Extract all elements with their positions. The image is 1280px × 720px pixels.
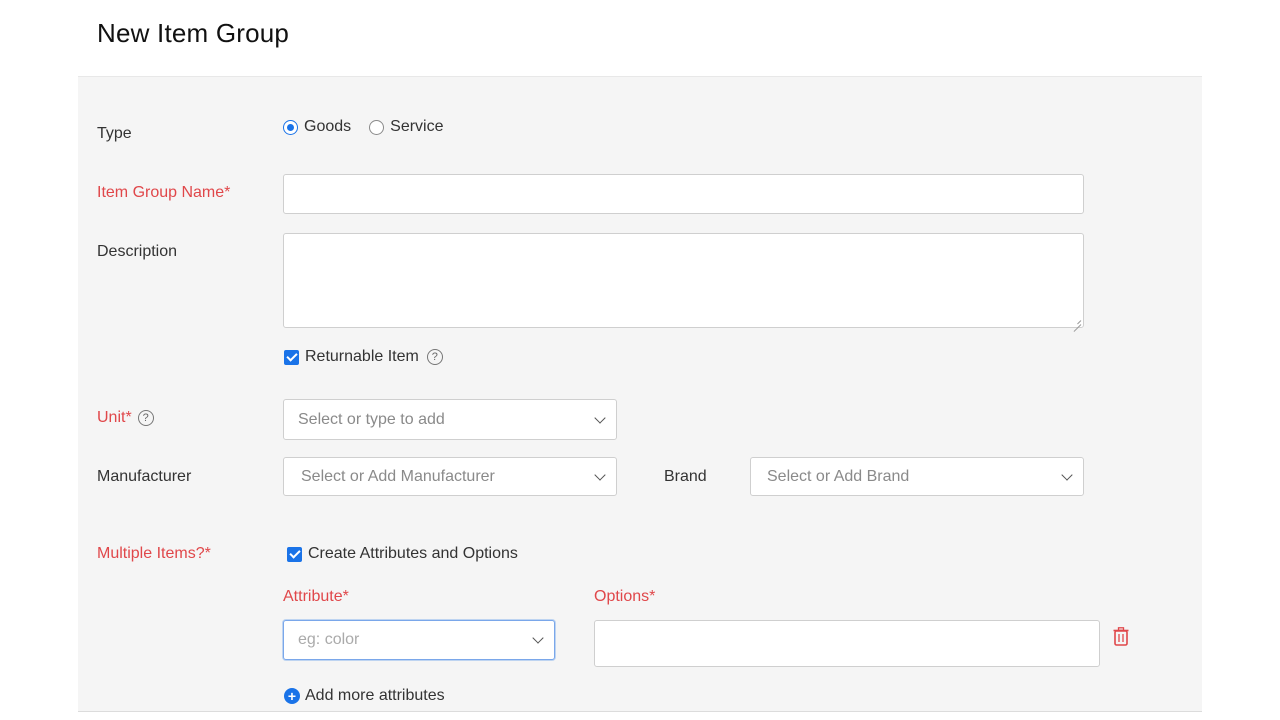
- item-group-name-input[interactable]: [283, 174, 1084, 214]
- page-title: New Item Group: [97, 18, 290, 48]
- options-input[interactable]: [594, 620, 1100, 667]
- create-attributes-row: Create Attributes and Options: [287, 545, 518, 563]
- chevron-down-icon: [1061, 468, 1073, 481]
- service-radio-label[interactable]: Service: [390, 118, 443, 136]
- returnable-label[interactable]: Returnable Item: [305, 348, 419, 366]
- unit-select[interactable]: Select or type to add: [283, 399, 617, 440]
- returnable-row: Returnable Item ?: [284, 348, 443, 366]
- add-more-attributes-label: Add more attributes: [305, 687, 445, 704]
- attribute-select-placeholder: eg: color: [298, 631, 360, 648]
- goods-radio-label[interactable]: Goods: [304, 118, 351, 136]
- type-radio-group: Goods Service: [283, 118, 456, 136]
- chevron-down-icon: [594, 411, 606, 424]
- manufacturer-label: Manufacturer: [97, 468, 192, 485]
- resize-grip-icon[interactable]: [1071, 315, 1081, 325]
- form-panel: [78, 76, 1202, 712]
- chevron-down-icon: [532, 632, 544, 644]
- multiple-items-label: Multiple Items?*: [97, 545, 211, 562]
- create-attributes-label[interactable]: Create Attributes and Options: [308, 545, 518, 563]
- description-label: Description: [97, 243, 178, 260]
- returnable-checkbox[interactable]: [284, 349, 299, 365]
- plus-circle-icon: +: [284, 688, 300, 704]
- options-label: Options*: [594, 588, 656, 605]
- attribute-label: Attribute*: [283, 588, 349, 605]
- type-label: Type: [97, 125, 132, 142]
- brand-select-placeholder: Select or Add Brand: [767, 467, 910, 485]
- add-more-attributes-link[interactable]: + Add more attributes: [284, 687, 445, 705]
- item-group-name-label: Item Group Name*: [97, 184, 231, 201]
- create-attributes-checkbox[interactable]: [287, 546, 302, 562]
- goods-radio[interactable]: [283, 119, 298, 135]
- manufacturer-select[interactable]: Select or Add Manufacturer: [283, 457, 617, 496]
- unit-label: Unit*: [97, 409, 132, 426]
- unit-select-placeholder: Select or type to add: [298, 410, 445, 428]
- help-icon[interactable]: ?: [426, 349, 443, 365]
- brand-select[interactable]: Select or Add Brand: [750, 457, 1084, 496]
- unit-label-row: Unit* ?: [97, 409, 154, 427]
- brand-label: Brand: [664, 468, 707, 485]
- attribute-select[interactable]: eg: color: [283, 620, 555, 660]
- trash-icon[interactable]: [1113, 627, 1129, 646]
- manufacturer-select-placeholder: Select or Add Manufacturer: [301, 467, 495, 485]
- service-radio[interactable]: [369, 119, 385, 135]
- description-textarea[interactable]: [283, 233, 1084, 328]
- help-icon[interactable]: ?: [137, 410, 154, 426]
- chevron-down-icon: [594, 468, 606, 481]
